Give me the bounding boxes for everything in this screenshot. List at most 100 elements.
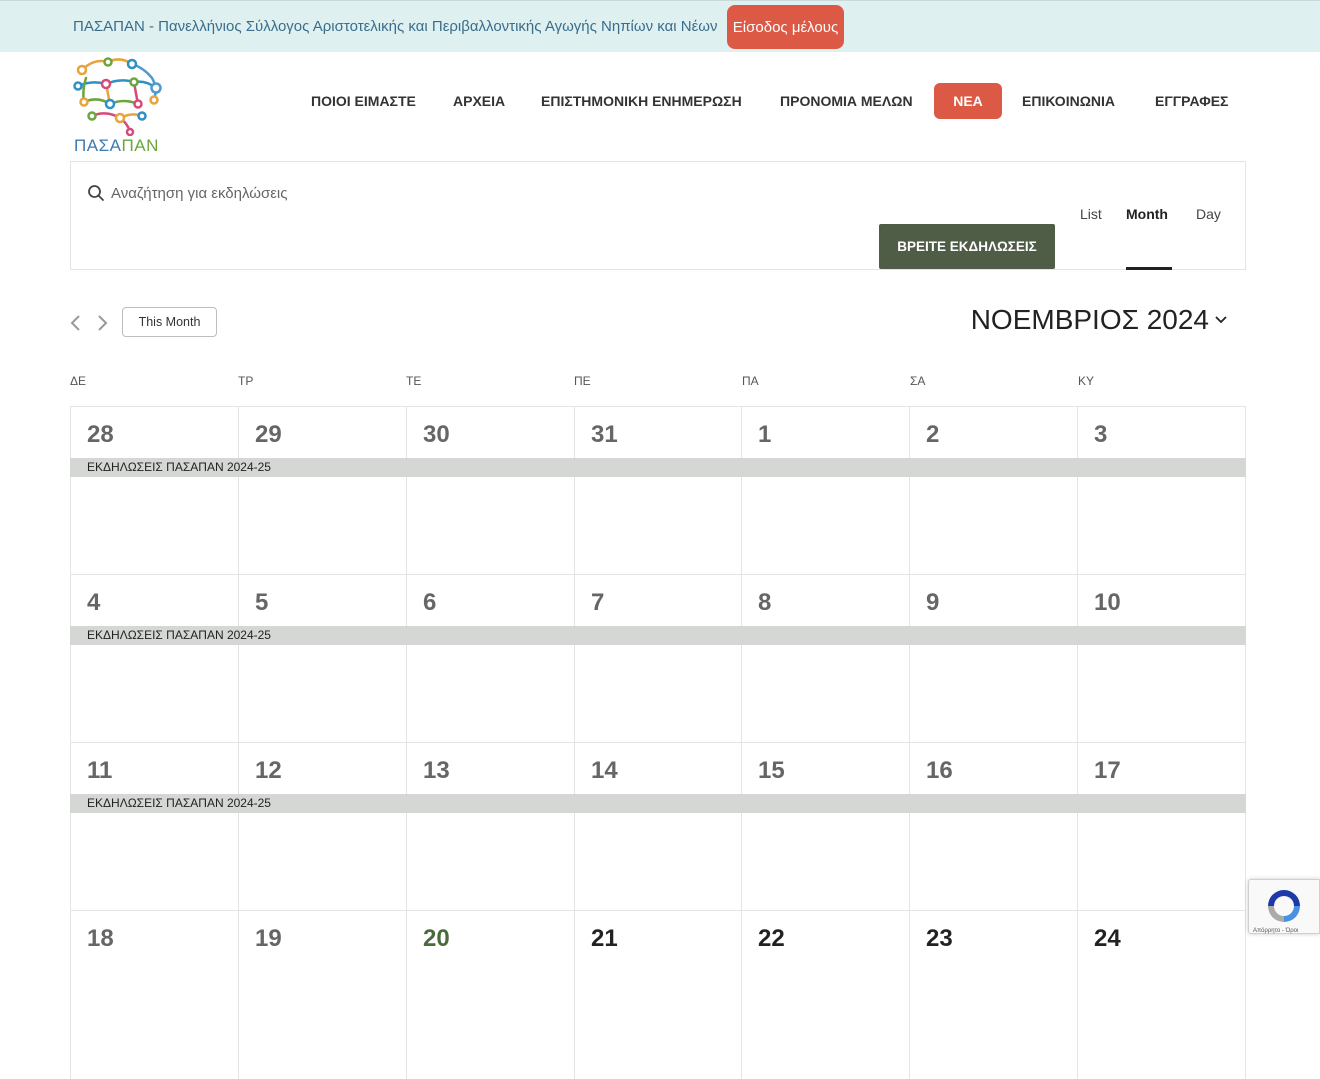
calendar-day-cell[interactable]: 5 [238,575,406,743]
logo-text: ΠΑΣΑΠΑΝ [74,136,159,155]
calendar-day-cell[interactable]: 24 [1077,911,1246,1079]
calendar-week: 28 29 30 31 1 2 3 ΕΚΔΗΛΩΣΕΙΣ ΠΑΣΑΠΑΝ 202… [70,406,1246,575]
weekday-label: ΤΕ [406,374,422,388]
weekday-label: ΣΑ [910,374,926,388]
calendar-day-cell[interactable]: 4 [70,575,238,743]
weekday-label: ΠΑ [742,374,759,388]
day-number: 3 [1094,421,1108,448]
day-number: 5 [255,589,269,616]
day-number: 13 [423,757,450,784]
calendar-day-cell[interactable]: 22 [741,911,909,1079]
calendar-day-cell[interactable]: 17 [1077,743,1246,911]
calendar-day-cell[interactable]: 14 [574,743,741,911]
weekday-label: ΠΕ [574,374,591,388]
day-number: 21 [591,925,618,952]
day-number: 6 [423,589,437,616]
day-number: 22 [758,925,785,952]
day-number: 12 [255,757,282,784]
chevron-down-icon [1215,316,1227,324]
calendar-day-cell[interactable]: 3 [1077,407,1246,575]
calendar-day-cell[interactable]: 21 [574,911,741,1079]
day-number: 15 [758,757,785,784]
recaptcha-icon [1268,890,1300,922]
calendar-day-cell[interactable]: 11 [70,743,238,911]
day-number: 20 [423,925,450,952]
weekday-label: ΔΕ [70,374,87,388]
weekday-label: ΚΥ [1078,374,1095,388]
calendar-day-cell[interactable]: 15 [741,743,909,911]
day-number: 11 [87,757,113,784]
day-number: 28 [87,421,114,448]
calendar-day-cell[interactable]: 7 [574,575,741,743]
calendar-day-cell[interactable]: 29 [238,407,406,575]
calendar-day-cell[interactable]: 31 [574,407,741,575]
calendar-day-cell[interactable]: 2 [909,407,1077,575]
recaptcha-badge[interactable]: Απόρρητο - Όροι [1248,879,1320,934]
events-search-bar: ΒΡΕΙΤΕ ΕΚΔΗΛΩΣΕΙΣ List Month Day [70,161,1246,270]
month-picker[interactable]: ΝΟΕΜΒΡΙΟΣ 2024 [971,304,1227,336]
this-month-button[interactable]: This Month [122,307,217,337]
calendar-day-cell[interactable]: 9 [909,575,1077,743]
day-number: 29 [255,421,282,448]
view-tab-month[interactable]: Month [1126,206,1168,222]
day-number: 9 [926,589,940,616]
calendar-week: 18 19 20 21 22 23 24 [70,910,1246,1079]
calendar-day-cell[interactable]: 6 [406,575,574,743]
nav-item-about[interactable]: ΠΟΙΟΙ ΕΙΜΑΣΤΕ [311,83,416,119]
calendar-day-cell[interactable]: 8 [741,575,909,743]
events-search-input[interactable] [111,180,811,206]
site-logo[interactable]: ΠΑΣΑΠΑΝ [72,52,164,156]
next-month-icon[interactable] [94,313,110,333]
nav-item-archives[interactable]: ΑΡΧΕΙΑ [453,83,505,119]
calendar-day-cell[interactable]: 16 [909,743,1077,911]
multiday-event-bar[interactable]: ΕΚΔΗΛΩΣΕΙΣ ΠΑΣΑΠΑΝ 2024-25 [70,458,1246,477]
calendar-day-cell-today[interactable]: 20 [406,911,574,1079]
day-number: 16 [926,757,953,784]
view-tab-day[interactable]: Day [1196,206,1221,222]
day-number: 4 [87,589,101,616]
day-number: 17 [1094,757,1121,784]
brain-network-icon [73,57,162,137]
day-number: 10 [1094,589,1121,616]
calendar-week: 11 12 13 14 15 16 17 ΕΚΔΗΛΩΣΕΙΣ ΠΑΣΑΠΑΝ … [70,742,1246,911]
multiday-event-bar[interactable]: ΕΚΔΗΛΩΣΕΙΣ ΠΑΣΑΠΑΝ 2024-25 [70,626,1246,645]
day-number: 14 [591,757,618,784]
calendar-day-cell[interactable]: 1 [741,407,909,575]
calendar-day-cell[interactable]: 30 [406,407,574,575]
active-view-indicator [1126,267,1172,270]
day-number: 18 [87,925,114,952]
calendar-day-cell[interactable]: 23 [909,911,1077,1079]
multiday-event-bar[interactable]: ΕΚΔΗΛΩΣΕΙΣ ΠΑΣΑΠΑΝ 2024-25 [70,794,1246,813]
weekday-header: ΔΕ ΤΡ ΤΕ ΠΕ ΠΑ ΣΑ ΚΥ [70,374,1246,390]
day-number: 8 [758,589,772,616]
association-name: ΠΑΣΑΠΑΝ - Πανελλήνιος Σύλλογος Αριστοτελ… [73,18,718,35]
day-number: 30 [423,421,450,448]
calendar-day-cell[interactable]: 19 [238,911,406,1079]
previous-month-icon[interactable] [68,313,84,333]
day-number: 19 [255,925,282,952]
search-icon [88,185,104,201]
day-number: 24 [1094,925,1121,952]
weekday-label: ΤΡ [238,374,254,388]
member-login-button[interactable]: Είσοδος μέλους [727,5,844,49]
nav-item-registration[interactable]: ΕΓΓΡΑΦΕΣ [1155,83,1228,119]
calendar-day-cell[interactable]: 12 [238,743,406,911]
calendar-week: 4 5 6 7 8 9 10 ΕΚΔΗΛΩΣΕΙΣ ΠΑΣΑΠΑΝ 2024-2… [70,574,1246,743]
calendar-day-cell[interactable]: 18 [70,911,238,1079]
view-tab-list[interactable]: List [1080,206,1102,222]
find-events-button[interactable]: ΒΡΕΙΤΕ ΕΚΔΗΛΩΣΕΙΣ [879,224,1055,269]
day-number: 23 [926,925,953,952]
calendar-day-cell[interactable]: 13 [406,743,574,911]
top-bar: ΠΑΣΑΠΑΝ - Πανελλήνιος Σύλλογος Αριστοτελ… [0,0,1320,52]
nav-item-contact[interactable]: ΕΠΙΚΟΙΝΩΝΙΑ [1022,83,1115,119]
day-number: 1 [758,421,772,448]
nav-item-scientific-news[interactable]: ΕΠΙΣΤΗΜΟΝΙΚΗ ΕΝΗΜΕΡΩΣΗ [541,83,742,119]
nav-item-member-benefits[interactable]: ΠΡΟΝΟΜΙΑ ΜΕΛΩΝ [780,83,913,119]
nav-item-news[interactable]: ΝΕΑ [934,83,1002,119]
day-number: 2 [926,421,940,448]
recaptcha-terms[interactable]: Απόρρητο - Όροι [1253,928,1298,934]
calendar-day-cell[interactable]: 28 [70,407,238,575]
calendar-day-cell[interactable]: 10 [1077,575,1246,743]
day-number: 7 [591,589,605,616]
day-number: 31 [591,421,618,448]
